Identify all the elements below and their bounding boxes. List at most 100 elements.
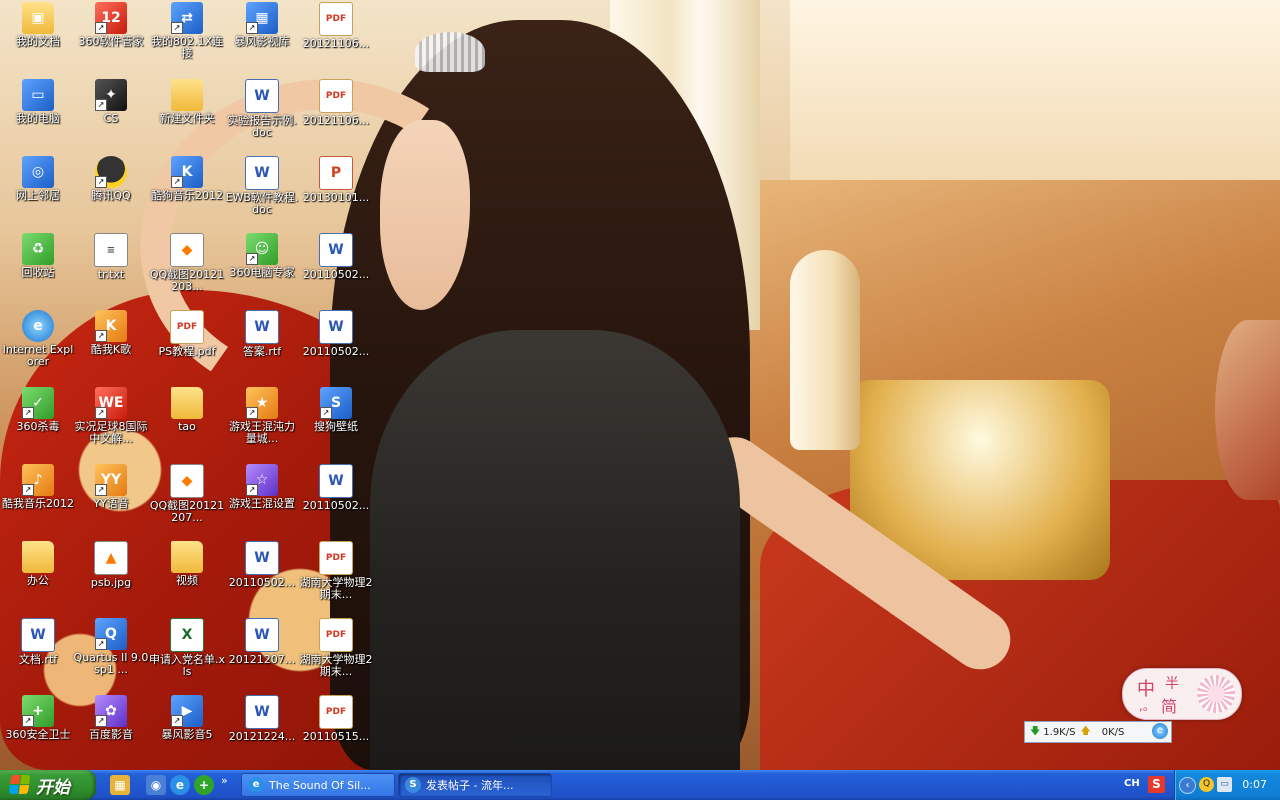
quick-launch-more-button[interactable]: »	[221, 774, 228, 787]
desktop-icon[interactable]: ▶ ↗ 暴风影音5	[149, 695, 225, 741]
folder-icon	[22, 541, 54, 573]
folder-icon	[171, 387, 203, 419]
desktop-icon-label: 湖南大学物理2期末...	[299, 576, 373, 601]
word-document-icon: W	[245, 79, 279, 113]
network-speed-monitor[interactable]: 🡇 1.9K/S 🡅 0K/S e	[1024, 721, 1172, 743]
desktop-icon[interactable]: W 20121207...	[224, 618, 300, 666]
ime-status-widget[interactable]: 中 半 简 ,。	[1122, 668, 1242, 720]
desktop-icon[interactable]: ♻ 回收站	[0, 233, 76, 279]
icon-glyph: W	[254, 165, 270, 181]
desktop-icon-label: 20130101...	[302, 191, 370, 204]
desktop-icon[interactable]: tao	[149, 387, 225, 433]
taskbar-button-forum-post-window[interactable]: S 发表帖子 - 流年...	[398, 773, 552, 797]
desktop-icon[interactable]: Q ↗ Quartus II 9.0sp1 ...	[73, 618, 149, 676]
icon-glyph	[22, 541, 54, 573]
ime-simplified[interactable]: 简	[1161, 693, 1177, 717]
desktop-icon-label: PS教程.pdf	[158, 345, 216, 358]
desktop-icon[interactable]: W 20121224...	[224, 695, 300, 743]
desktop-icon[interactable]: ♪ ↗ 酷我音乐2012	[0, 464, 76, 510]
desktop-icon[interactable]: PDF 湖南大学物理2期末...	[298, 618, 374, 678]
desktop-icon[interactable]: 新建文件夹	[149, 79, 225, 125]
desktop-icon[interactable]: K ↗ 酷狗音乐2012	[149, 156, 225, 202]
desktop-icon[interactable]: 12 ↗ 360软件管家	[73, 2, 149, 48]
desktop-icon-label: 360软件管家	[78, 35, 144, 48]
desktop-icon[interactable]: PDF PS教程.pdf	[149, 310, 225, 358]
ime-punctuation[interactable]: ,。	[1139, 697, 1155, 714]
desktop-icon[interactable]: W 文档.rtf	[0, 618, 76, 666]
desktop-icon[interactable]: 视频	[149, 541, 225, 587]
desktop-icon[interactable]: ⇄ ↗ 我的802.1X连接	[149, 2, 225, 60]
clock[interactable]: 0:07	[1242, 778, 1267, 791]
desktop-icon[interactable]: W 实验报告示例.doc	[224, 79, 300, 139]
desktop-icon[interactable]: PDF 20110515...	[298, 695, 374, 743]
desktop-icon[interactable]: 办公	[0, 541, 76, 587]
qq-tray-icon[interactable]: Q	[1199, 777, 1214, 792]
sogou-ime-icon[interactable]: S	[1148, 776, 1165, 793]
network-connection-icon: ⇄ ↗	[171, 2, 203, 34]
desktop-icon[interactable]: W 20110502...	[298, 233, 374, 281]
tray-expand-chevron-icon[interactable]: ‹	[1179, 777, 1196, 794]
desktop-icon[interactable]: W 20110502...	[298, 310, 374, 358]
desktop-icon[interactable]: + ↗ 360安全卫士	[0, 695, 76, 741]
desktop-icon[interactable]: ✦ ↗ CS	[73, 79, 149, 125]
desktop-icon[interactable]: W 答案.rtf	[224, 310, 300, 358]
ime-halfwidth[interactable]: 半	[1165, 673, 1179, 693]
desktop-icon[interactable]: ▣ 我的文档	[0, 2, 76, 48]
icon-glyph: P	[330, 165, 342, 181]
desktop-icon[interactable]: ☺ ↗ 360电脑专家	[224, 233, 300, 279]
desktop-icon[interactable]: ◆ QQ截图20121203...	[149, 233, 225, 293]
desktop-icon[interactable]: P 20130101...	[298, 156, 374, 204]
icon-glyph: W	[254, 88, 270, 104]
counter-strike-icon: ✦ ↗	[95, 79, 127, 111]
excel-file-icon: X	[170, 618, 204, 652]
desktop-icon[interactable]: ≡ tr.txt	[73, 233, 149, 281]
desktop-icon[interactable]: PDF 湖南大学物理2期末...	[298, 541, 374, 601]
quick-launch-360-safeguard[interactable]: +	[194, 775, 214, 795]
taskbar-button-ie-window[interactable]: e The Sound Of Sil...	[241, 773, 395, 797]
word-document-icon: W	[245, 156, 279, 190]
icon-glyph: W	[254, 550, 270, 566]
desktop-icon[interactable]: K ↗ 酷我K歌	[73, 310, 149, 356]
internet-explorer-icon[interactable]: e	[1152, 723, 1168, 739]
network-tray-icon[interactable]: ▭	[1217, 777, 1232, 792]
desktop-icon[interactable]: W 20110502...	[298, 464, 374, 512]
icon-glyph: W	[328, 473, 344, 489]
desktop-icon[interactable]: WE ↗ 实况足球8国际中文解...	[73, 387, 149, 445]
desktop-icon[interactable]: ▦ ↗ 暴风影视库	[224, 2, 300, 48]
word-document-icon: W	[319, 233, 353, 267]
desktop-icon[interactable]: ☆ ↗ 游戏王混设置	[224, 464, 300, 510]
pdf-file-icon: PDF	[319, 695, 353, 729]
desktop-icon-label: CS	[103, 112, 119, 125]
shortcut-arrow-icon: ↗	[95, 330, 107, 342]
wallpaper-chair	[1215, 320, 1280, 500]
baidu-player-icon: ✿ ↗	[95, 695, 127, 727]
desktop-icon[interactable]: PDF 20121106...	[298, 2, 374, 50]
desktop-icon-label: 我的802.1X连接	[150, 35, 224, 60]
desktop-icon[interactable]: X 申请入党名单.xls	[149, 618, 225, 678]
desktop-icon[interactable]: ◎ 网上邻居	[0, 156, 76, 202]
desktop-icon[interactable]: ✓ ↗ 360杀毒	[0, 387, 76, 433]
desktop-icon[interactable]: ▲ psb.jpg	[73, 541, 149, 589]
desktop-icon[interactable]: e Internet Explorer	[0, 310, 76, 368]
yy-voice-icon: YY ↗	[95, 464, 127, 496]
desktop-icon[interactable]: S ↗ 搜狗壁纸	[298, 387, 374, 433]
icon-glyph: ◎	[31, 164, 45, 180]
desktop-icon[interactable]: W EWB软件教程.doc	[224, 156, 300, 216]
language-indicator[interactable]: CH	[1124, 778, 1140, 789]
quick-launch-show-desktop[interactable]: ▦	[110, 775, 130, 795]
start-button[interactable]: 开始	[0, 770, 96, 800]
desktop-icon[interactable]: W 20110502...	[224, 541, 300, 589]
quick-launch-internet-explorer[interactable]: e	[170, 775, 190, 795]
desktop-icon[interactable]: PDF 20121106...	[298, 79, 374, 127]
desktop-icon[interactable]: ★ ↗ 游戏王混沌力量城...	[224, 387, 300, 445]
desktop-icon[interactable]: ◆ QQ截图20121207...	[149, 464, 225, 524]
icon-glyph: W	[254, 704, 270, 720]
shortcut-arrow-icon: ↗	[95, 99, 107, 111]
desktop-icon[interactable]: YY ↗ YY语音	[73, 464, 149, 510]
desktop-icon[interactable]: ▭ 我的电脑	[0, 79, 76, 125]
desktop-icon-label: 360安全卫士	[5, 728, 71, 741]
desktop-icon[interactable]: ✿ ↗ 百度影音	[73, 695, 149, 741]
desktop-icon[interactable]: ↗ 腾讯QQ	[73, 156, 149, 202]
quick-launch-media-player[interactable]: ◉	[146, 775, 166, 795]
pdf-file-icon: PDF	[319, 541, 353, 575]
